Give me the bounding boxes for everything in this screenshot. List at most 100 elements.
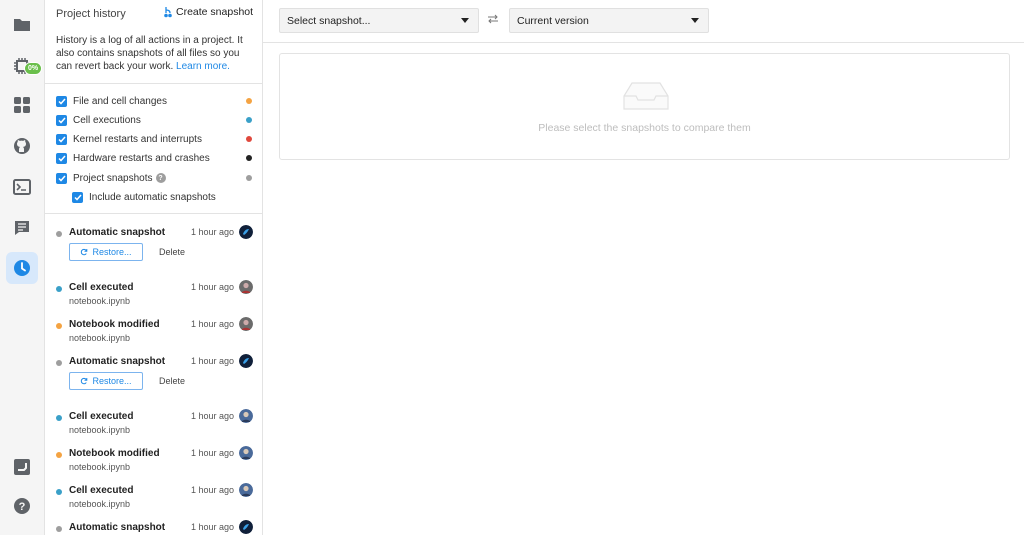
snapshot-icon	[164, 7, 172, 18]
help-icon[interactable]: ?	[6, 490, 38, 522]
empty-state-message: Please select the snapshots to compare t…	[538, 122, 751, 134]
filter-cell-executions[interactable]: Cell executions	[56, 113, 141, 127]
svg-text:?: ?	[19, 501, 26, 513]
checkbox-checked-icon[interactable]	[56, 172, 67, 184]
entry-title: Cell executed	[69, 485, 134, 496]
chip-icon[interactable]: 0%	[6, 50, 43, 82]
system-avatar	[239, 225, 253, 239]
entry-time: 1 hour ago	[191, 356, 235, 366]
entry-time: 1 hour ago	[191, 448, 235, 458]
entry-title: Automatic snapshot	[69, 522, 166, 533]
compare-panel: Select snapshot... Current version Pleas…	[263, 0, 1024, 535]
filter-label: Cell executions	[73, 114, 141, 126]
filter-hardware-restarts[interactable]: Hardware restarts and crashes	[56, 151, 210, 165]
notes-icon[interactable]	[6, 212, 38, 244]
user-avatar	[239, 317, 253, 331]
entry-title: Automatic snapshot	[69, 227, 166, 238]
chevron-down-icon	[461, 18, 469, 23]
divider	[45, 213, 262, 214]
divider	[263, 42, 1024, 43]
sidebar-description: History is a log of all actions in a pro…	[56, 34, 256, 73]
icon-rail: 0% ?	[0, 0, 45, 535]
entry-type-dot	[56, 489, 62, 495]
entry-type-dot	[56, 452, 62, 458]
entry-type-dot	[56, 526, 62, 532]
sidebar-header: Project history Create snapshot	[45, 0, 262, 26]
filter-color-dot	[246, 155, 252, 161]
help-icon[interactable]: ?	[155, 173, 166, 183]
filter-label: File and cell changes	[73, 95, 167, 107]
checkbox-checked-icon[interactable]	[56, 152, 67, 164]
filter-file-cell-changes[interactable]: File and cell changes	[56, 94, 167, 108]
checkbox-checked-icon[interactable]	[56, 95, 67, 107]
restore-label: Restore...	[92, 247, 132, 257]
restore-icon	[81, 377, 88, 385]
usage-badge: 0%	[24, 62, 43, 75]
diff-viewer: Please select the snapshots to compare t…	[279, 53, 1010, 160]
learn-more-link[interactable]: Learn more.	[176, 61, 230, 72]
entry-time: 1 hour ago	[191, 411, 235, 421]
checkbox-checked-icon[interactable]	[56, 133, 67, 145]
restore-label: Restore...	[92, 376, 132, 386]
entry-title: Automatic snapshot	[69, 356, 166, 367]
github-icon[interactable]	[6, 130, 38, 162]
entry-title: Cell executed	[69, 282, 134, 293]
delete-button[interactable]: Delete	[159, 376, 185, 386]
system-avatar	[239, 354, 253, 368]
system-avatar	[239, 520, 253, 534]
filter-color-dot	[246, 117, 252, 123]
entry-title: Notebook modified	[69, 448, 160, 459]
entry-type-dot	[56, 286, 62, 292]
user-avatar	[239, 483, 253, 497]
filter-project-snapshots[interactable]: Project snapshots ?	[56, 171, 166, 185]
filter-label: Kernel restarts and interrupts	[73, 133, 202, 145]
entry-file: notebook.ipynb	[69, 499, 131, 509]
filter-kernel-restarts[interactable]: Kernel restarts and interrupts	[56, 132, 202, 146]
entry-time: 1 hour ago	[191, 282, 235, 292]
entry-time: 1 hour ago	[191, 227, 235, 237]
entry-title: Cell executed	[69, 411, 134, 422]
entry-type-dot	[56, 415, 62, 421]
entry-file: notebook.ipynb	[69, 425, 131, 435]
entry-time: 1 hour ago	[191, 485, 235, 495]
divider	[45, 83, 262, 84]
entry-type-dot	[56, 231, 62, 237]
create-snapshot-button[interactable]: Create snapshot	[163, 6, 253, 18]
swap-icon[interactable]	[487, 14, 499, 27]
snapshot-select[interactable]: Select snapshot...	[279, 8, 479, 33]
version-select-value: Current version	[517, 14, 589, 27]
entry-file: notebook.ipynb	[69, 462, 131, 472]
history-icon[interactable]	[6, 252, 38, 284]
filter-color-dot	[246, 136, 252, 142]
user-avatar	[239, 409, 253, 423]
create-snapshot-label: Create snapshot	[176, 6, 254, 18]
empty-inbox-icon	[623, 82, 669, 110]
filter-color-dot	[246, 175, 252, 181]
checkbox-checked-icon[interactable]	[72, 191, 83, 203]
version-select[interactable]: Current version	[509, 8, 709, 33]
history-sidebar: Project history Create snapshot History …	[45, 0, 263, 535]
entry-type-dot	[56, 360, 62, 366]
entry-type-dot	[56, 323, 62, 329]
snapshot-select-value: Select snapshot...	[287, 14, 371, 27]
entry-time: 1 hour ago	[191, 522, 235, 532]
entry-time: 1 hour ago	[191, 319, 235, 329]
entry-file: notebook.ipynb	[69, 296, 131, 306]
restore-button[interactable]: Restore...	[69, 243, 143, 261]
checkbox-checked-icon[interactable]	[56, 114, 67, 126]
filter-label: Hardware restarts and crashes	[73, 152, 210, 164]
filter-include-automatic[interactable]: Include automatic snapshots	[72, 190, 216, 204]
folder-icon[interactable]	[6, 8, 38, 40]
chevron-down-icon	[691, 18, 699, 23]
filter-label: Include automatic snapshots	[89, 191, 216, 203]
filter-label: Project snapshots	[73, 172, 153, 184]
sidebar-title: Project history	[56, 8, 126, 20]
terminal-icon[interactable]	[6, 171, 38, 203]
restore-icon	[81, 248, 88, 256]
delete-button[interactable]: Delete	[159, 247, 185, 257]
user-avatar	[239, 446, 253, 460]
restore-button[interactable]: Restore...	[69, 372, 143, 390]
cloud-icon[interactable]	[6, 451, 38, 483]
grid-icon[interactable]	[6, 89, 38, 121]
filter-color-dot	[246, 98, 252, 104]
